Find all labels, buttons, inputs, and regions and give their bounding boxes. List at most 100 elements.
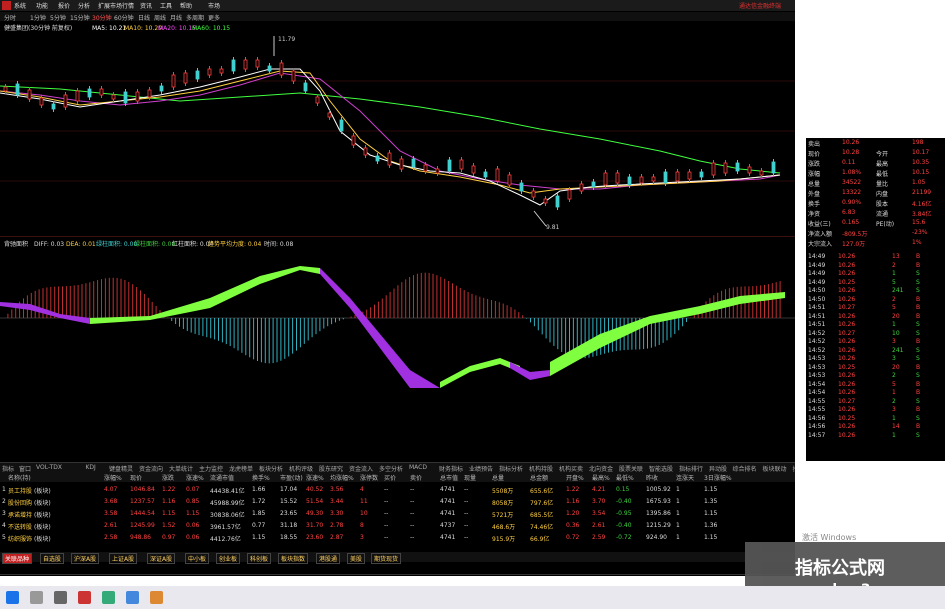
market-tab[interactable]: 期货现货 <box>371 553 402 564</box>
tick-cell: 14:56 <box>808 423 826 430</box>
table-header-cell[interactable]: 买价 <box>384 473 396 482</box>
tick-cell: 14:56 <box>808 414 826 422</box>
table-cell: (板块) <box>34 488 51 495</box>
candle-body <box>675 171 680 182</box>
table-header-cell[interactable]: 名称(持) <box>8 473 31 482</box>
candle-body <box>111 94 116 100</box>
table-header-cell[interactable]: 3日涨幅% <box>704 473 732 482</box>
candle-body <box>663 171 668 184</box>
market-tab[interactable]: 上证A股 <box>109 553 138 564</box>
menu-item-quote[interactable]: 报价 <box>58 1 70 10</box>
table-header-cell[interactable]: 现价 <box>130 473 142 482</box>
market-tab[interactable]: 科创板 <box>247 553 272 564</box>
menu-item-tools[interactable]: 工具 <box>160 1 172 10</box>
trading-app-icon[interactable] <box>150 591 163 604</box>
table-header-cell[interactable]: 总金额 <box>530 473 548 482</box>
table-header-cell[interactable]: 开盘% <box>566 473 584 482</box>
task-view-icon[interactable] <box>54 591 67 604</box>
table-header-cell[interactable]: 流通市值 <box>210 473 234 482</box>
market-tab[interactable]: 深证A股 <box>147 553 176 564</box>
market-tab[interactable]: 自选股 <box>40 553 65 564</box>
market-tab[interactable]: 板块指数 <box>278 553 309 564</box>
table-row[interactable]: 3 承诺增持 (板块) 3.58 1444.54 1.15 1.15 30838.06亿 1.8… <box>0 508 795 520</box>
browser-icon[interactable] <box>102 591 115 604</box>
quote-cell: 10.17 <box>912 149 930 156</box>
table-header-cell[interactable]: 市盈(动) <box>280 473 303 482</box>
table-header-cell[interactable]: 昨收 <box>646 473 658 482</box>
market-tab[interactable]: 美股 <box>347 553 366 564</box>
candlestick-chart[interactable]: 健盛集团(30分钟 前复权) MA5: 10.21 MA10: 10.20 MA… <box>0 21 795 231</box>
menu-item-news[interactable]: 资讯 <box>140 1 152 10</box>
table-cell: 0.36 <box>566 522 580 529</box>
market-tab[interactable]: 关联品种 <box>2 553 33 564</box>
quote-row: 外盘 13322 内盘 21199 <box>806 188 945 198</box>
candle-body <box>279 62 284 76</box>
search-icon[interactable] <box>30 591 43 604</box>
market-tab[interactable]: 港股通 <box>316 553 341 564</box>
table-header-cell[interactable]: 涨速% <box>186 473 204 482</box>
tick-cell: 10.26 <box>838 346 856 354</box>
table-header-cell[interactable]: 总量 <box>492 473 504 482</box>
market-tab[interactable]: 中小板 <box>185 553 210 564</box>
menu-item-help[interactable]: 帮助 <box>180 1 192 10</box>
candle-body <box>591 181 596 188</box>
table-cell: 0.06 <box>186 522 200 529</box>
menu-item-extended-market[interactable]: 扩展市场行情 <box>98 1 134 10</box>
folder-icon[interactable] <box>126 591 139 604</box>
tick-cell: B <box>916 363 921 371</box>
table-cell: -- <box>464 510 469 517</box>
menu-item-function[interactable]: 功能 <box>36 1 48 10</box>
table-cell: 5508万 <box>492 488 514 495</box>
menu-item-analysis[interactable]: 分析 <box>78 1 90 10</box>
function-tab[interactable]: VOL-TDX <box>36 464 62 471</box>
table-row[interactable]: 1 员工持股 (板块) 4.07 1046.84 1.22 0.07 44438.41亿 1.6… <box>0 484 795 496</box>
function-tab[interactable]: KDJ <box>86 464 96 471</box>
table-cell: 3961.57亿 <box>210 524 241 531</box>
table-cell: 1.35 <box>704 498 718 505</box>
table-header-cell[interactable]: 涨跌 <box>162 473 174 482</box>
market-tab[interactable]: 创业板 <box>216 553 241 564</box>
quote-cell: 13322 <box>842 189 862 196</box>
table-cell: 23.65 <box>280 510 298 517</box>
tick-cell: 2 <box>892 295 896 303</box>
table-header-cell[interactable]: 总市值 <box>440 473 458 482</box>
table-header-cell[interactable]: 换手% <box>252 473 270 482</box>
menu-item-system[interactable]: 系统 <box>14 1 26 10</box>
table-header-cell[interactable]: 最低% <box>616 473 634 482</box>
indicator-chart[interactable]: 背驰面积 DIFF: 0.03 DEA: 0.01 绿柱面积: 0.00 绿柱面… <box>0 238 795 450</box>
candle-body <box>651 176 656 182</box>
tick-cell: 14:50 <box>808 295 826 303</box>
table-header-cell[interactable]: 均涨幅% <box>330 473 354 482</box>
quote-cell: 10.28 <box>842 149 860 156</box>
table-cell: 1 <box>676 510 680 517</box>
table-cell: 685.5亿 <box>530 512 554 519</box>
table-header-cell[interactable]: 涨幅% <box>104 473 122 482</box>
table-row[interactable]: 2 股份回购 (板块) 3.68 1237.57 1.16 0.85 45988.99亿 1.7… <box>0 496 795 508</box>
app-icon[interactable] <box>78 591 91 604</box>
table-header-cell[interactable]: 涨速% <box>306 473 324 482</box>
table-header-cell[interactable]: 卖价 <box>410 473 422 482</box>
tick-cell: S <box>916 372 920 379</box>
table-cell: 3.70 <box>592 498 606 505</box>
table-header-cell[interactable]: 涨停数 <box>360 473 378 482</box>
table-cell: 1395.86 <box>646 510 671 517</box>
market-mode-label[interactable]: 市场 <box>208 1 220 10</box>
chart-title: 健盛集团(30分钟 前复权) <box>4 24 72 32</box>
ma60-label: MA60: 10.15 <box>192 25 230 32</box>
quote-row: 收益(三) 0.165 PE(动) 15.6 <box>806 218 945 228</box>
table-row[interactable]: 4 不送转股 (板块) 2.61 1245.99 1.52 0.06 3961.57亿 0.77… <box>0 520 795 532</box>
table-cell: 66.9亿 <box>530 536 550 543</box>
tick-cell: 14:49 <box>808 261 826 269</box>
table-row[interactable]: 5 纺织服饰 (板块) 2.58 948.86 0.97 0.06 4412.76亿 1.15 1… <box>0 532 795 544</box>
candle-body <box>771 161 776 174</box>
table-header-cell[interactable]: 现量 <box>464 473 476 482</box>
candle-body <box>483 171 488 178</box>
start-icon[interactable] <box>6 591 19 604</box>
candle-body <box>3 86 8 92</box>
market-tab[interactable]: 沪深A股 <box>71 553 100 564</box>
table-header-cell[interactable]: 连涨天 <box>676 473 694 482</box>
table-header-cell[interactable]: 最高% <box>592 473 610 482</box>
function-tab[interactable]: MACD <box>409 464 427 471</box>
candle-body <box>327 112 332 118</box>
table-cell: 4737 <box>440 522 456 529</box>
